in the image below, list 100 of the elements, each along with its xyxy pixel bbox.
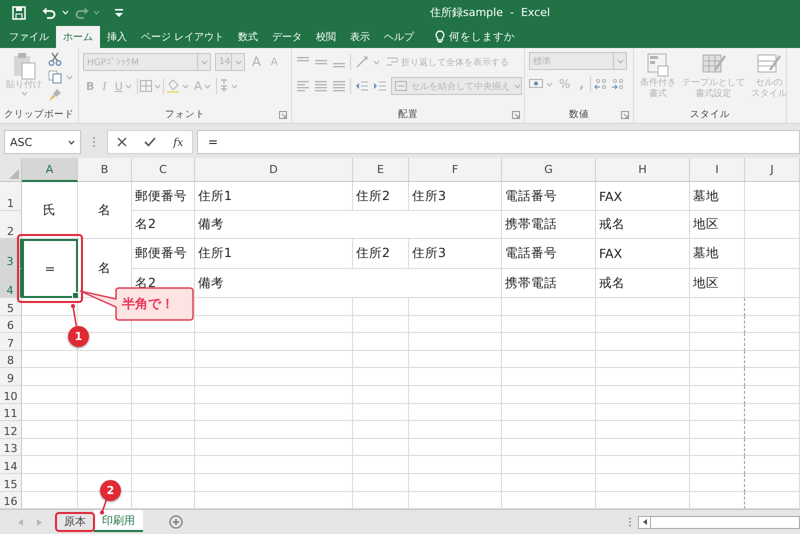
wrap-text-icon — [386, 56, 398, 68]
search-field[interactable]: 何をしますか — [449, 31, 540, 43]
row-header[interactable]: 12 — [0, 421, 22, 439]
customize-icon[interactable] — [114, 8, 124, 18]
table-icon — [645, 52, 671, 78]
table-cell: 墓地 — [690, 182, 745, 211]
row-header[interactable]: 3 — [0, 239, 22, 269]
column-header[interactable]: C — [132, 158, 195, 182]
row-header[interactable]: 13 — [0, 438, 22, 456]
row-header[interactable]: 10 — [0, 386, 22, 404]
ribbon-tab[interactable]: 数式 — [231, 26, 266, 48]
table-cell: 住所2 — [353, 182, 409, 211]
caret-icon — [616, 58, 624, 64]
ribbon-tab[interactable]: ページ レイアウト — [134, 26, 232, 48]
column-header[interactable]: J — [745, 158, 800, 182]
row-header[interactable]: 5 — [0, 298, 22, 316]
column-header[interactable]: I — [690, 158, 745, 182]
column-header[interactable]: A — [22, 158, 78, 182]
caret-icon — [231, 84, 238, 88]
caret-icon — [514, 84, 521, 88]
column-header[interactable]: B — [78, 158, 132, 182]
check-icon[interactable] — [144, 137, 156, 147]
save-icon[interactable] — [12, 6, 26, 20]
dots-icon — [91, 136, 97, 148]
column-header[interactable]: F — [409, 158, 502, 182]
undo-icon[interactable] — [42, 6, 56, 18]
group-label: スタイル — [690, 108, 730, 121]
table-cell: 備考 — [195, 269, 502, 298]
table-cell: 名2 — [132, 211, 195, 239]
table-cell: 戒名 — [596, 269, 690, 298]
column-header[interactable]: D — [195, 158, 353, 182]
group-label: 配置 — [398, 108, 418, 121]
row-header[interactable]: 16 — [0, 492, 22, 510]
table-cell: 住所3 — [409, 182, 502, 211]
table-cell: 氏 — [22, 182, 78, 239]
ribbon-tab[interactable]: ファイル — [2, 26, 56, 48]
row-header[interactable]: 8 — [0, 350, 22, 368]
table-cell: FAX — [596, 182, 690, 211]
add-sheet-icon[interactable] — [169, 515, 183, 530]
caret-icon — [204, 84, 212, 88]
row-header[interactable]: 9 — [0, 368, 22, 386]
previous-sheet-icon[interactable] — [18, 518, 23, 526]
ribbon-tab[interactable]: 表示 — [343, 26, 378, 48]
row-header[interactable]: 15 — [0, 474, 22, 492]
highlight-box — [55, 512, 95, 532]
table-cell: 郵便番号 — [132, 239, 195, 269]
table-cell: 郵便番号 — [132, 182, 195, 211]
caret-icon — [93, 10, 100, 15]
ribbon-tab[interactable]: ホーム — [56, 26, 100, 48]
table-cell: 地区 — [690, 211, 745, 239]
insert-function-button[interactable]: fx — [173, 136, 184, 148]
window-title: 住所録sample - Excel — [430, 5, 550, 20]
row-header[interactable]: 1 — [0, 182, 22, 211]
table-cell: 電話番号 — [502, 239, 596, 269]
cancel-icon[interactable] — [116, 137, 127, 147]
row-header[interactable]: 14 — [0, 456, 22, 474]
select-all-icon[interactable] — [9, 169, 19, 179]
group-label: クリップボード — [4, 108, 74, 121]
lightbulb-icon — [435, 30, 446, 44]
column-header[interactable]: E — [353, 158, 409, 182]
row-header[interactable]: 2 — [0, 211, 22, 239]
caret-icon — [68, 140, 75, 144]
table-cell: = — [22, 239, 78, 298]
caret-icon — [62, 10, 69, 15]
ribbon-tab[interactable]: データ — [265, 26, 310, 48]
row-header[interactable]: 4 — [0, 269, 22, 298]
row-header[interactable]: 6 — [0, 316, 22, 334]
caret-icon — [20, 91, 28, 96]
scroll-left-icon[interactable] — [642, 519, 646, 526]
ribbon-tab[interactable]: 校閲 — [309, 26, 344, 48]
formula-field[interactable]: = — [197, 130, 800, 154]
sheet-tab[interactable]: 原本 — [56, 510, 94, 532]
horizontal-scrollbar[interactable] — [638, 516, 800, 529]
table-cell: 住所1 — [195, 239, 353, 269]
name-box[interactable]: ASC — [4, 130, 81, 154]
group-label: フォント — [165, 108, 205, 121]
ribbon-tab[interactable]: 挿入 — [100, 26, 134, 48]
row-header[interactable]: 11 — [0, 404, 22, 422]
row-header[interactable]: 7 — [0, 333, 22, 351]
table-cell: 携帯電話 — [502, 269, 596, 298]
sheet-tab[interactable]: 印刷用 — [94, 510, 143, 532]
caret-icon — [373, 60, 380, 64]
clipboard-icon — [12, 52, 36, 80]
column-header[interactable]: G — [502, 158, 596, 182]
caret-icon — [66, 74, 73, 80]
column-header[interactable]: H — [596, 158, 690, 182]
table-cell: 戒名 — [596, 211, 690, 239]
next-sheet-icon[interactable] — [37, 518, 42, 526]
table-cell: 墓地 — [690, 239, 745, 269]
leader-line — [100, 497, 109, 515]
ribbon-tab[interactable]: ヘルプ — [377, 26, 422, 48]
table-cell: 備考 — [195, 211, 502, 239]
caret-icon — [234, 60, 242, 64]
callout-bubble: 半角で！ — [78, 287, 195, 321]
caret-icon — [182, 84, 189, 88]
table-cell: 住所1 — [195, 182, 353, 211]
merge-icon — [395, 81, 407, 91]
table-cell: 携帯電話 — [502, 211, 596, 239]
redo-icon[interactable] — [75, 6, 89, 18]
table-cell: 地区 — [690, 269, 745, 298]
